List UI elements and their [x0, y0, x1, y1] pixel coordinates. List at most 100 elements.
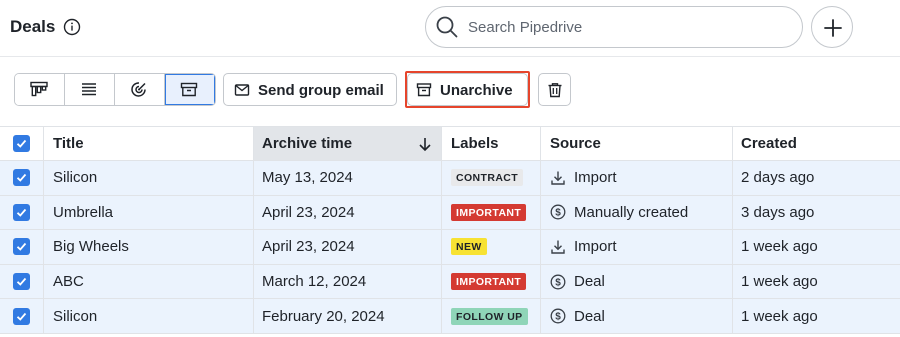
archive-time: April 23, 2024 [254, 230, 442, 264]
label-cell: FOLLOW UP [442, 299, 541, 333]
table-header-row: Title Archive time Labels Source Created [0, 127, 900, 161]
archive-time: February 20, 2024 [254, 299, 442, 333]
source-cell: Import [541, 161, 733, 195]
forecast-view-button[interactable] [115, 74, 165, 105]
table-row[interactable]: Silicon May 13, 2024 CONTRACT Import 2 d… [0, 161, 900, 196]
checkmark-icon [16, 312, 27, 321]
unarchive-label: Unarchive [440, 82, 513, 99]
table-row[interactable]: Big Wheels April 23, 2024 NEW Import 1 w… [0, 230, 900, 265]
checkmark-icon [16, 243, 27, 252]
search-icon [436, 16, 458, 38]
checkmark-icon [16, 277, 27, 286]
source-cell: Import [541, 230, 733, 264]
download-icon [551, 240, 565, 254]
source-label: Deal [574, 273, 605, 291]
deal-title[interactable]: ABC [44, 264, 254, 299]
send-group-email-label: Send group email [258, 82, 384, 99]
row-checkbox[interactable] [13, 307, 30, 325]
label-badge: NEW [451, 238, 487, 256]
unarchive-button[interactable]: Unarchive [407, 73, 528, 106]
label-badge: IMPORTANT [451, 203, 527, 221]
column-header-archive-time-label: Archive time [262, 135, 353, 152]
label-badge: IMPORTANT [451, 273, 527, 291]
page-title: Deals [10, 17, 56, 36]
archive-time: April 23, 2024 [254, 195, 442, 230]
row-select-cell [0, 230, 44, 264]
checkmark-icon [16, 174, 27, 183]
trash-icon [548, 83, 562, 98]
download-icon [551, 171, 565, 185]
label-badge: CONTRACT [451, 169, 524, 187]
label-cell: IMPORTANT [442, 264, 541, 299]
table-row[interactable]: ABC March 12, 2024 IMPORTANT $ Deal 1 we… [0, 264, 900, 300]
table-row[interactable]: Umbrella April 23, 2024 IMPORTANT $ Manu… [0, 195, 900, 231]
column-header-created[interactable]: Created [733, 127, 900, 160]
checkmark-icon [16, 208, 27, 217]
deal-title[interactable]: Big Wheels [44, 230, 254, 264]
deal-title[interactable]: Silicon [44, 161, 254, 195]
send-group-email-button[interactable]: Send group email [223, 73, 397, 106]
svg-text:$: $ [555, 208, 561, 219]
created-time: 1 week ago [741, 273, 818, 291]
source-label: Deal [574, 307, 605, 325]
source-cell: $ Manually created [541, 195, 733, 230]
row-select-cell [0, 264, 44, 299]
info-icon[interactable] [63, 18, 81, 36]
created-time: 2 days ago [741, 169, 815, 187]
column-header-labels[interactable]: Labels [442, 127, 541, 160]
label-cell: IMPORTANT [442, 195, 541, 230]
column-header-title[interactable]: Title [44, 127, 254, 160]
plus-icon [824, 19, 842, 37]
row-select-cell [0, 299, 44, 333]
created-time: 1 week ago [741, 307, 818, 325]
source-label: Manually created [574, 203, 689, 221]
label-cell: NEW [442, 230, 541, 264]
view-switcher [14, 73, 216, 106]
svg-text:$: $ [555, 277, 561, 288]
pipeline-view-icon [30, 81, 48, 97]
delete-button[interactable] [538, 73, 571, 106]
row-checkbox[interactable] [13, 169, 30, 187]
checkmark-icon [16, 139, 27, 148]
created-time: 3 days ago [741, 203, 815, 221]
row-checkbox[interactable] [13, 273, 30, 291]
source-cell: $ Deal [541, 264, 733, 299]
created-time: 1 week ago [741, 238, 818, 256]
column-header-source[interactable]: Source [541, 127, 733, 160]
archive-view-button[interactable] [165, 74, 215, 105]
svg-text:$: $ [555, 312, 561, 323]
list-view-icon [82, 83, 96, 96]
search-bar[interactable] [425, 6, 803, 48]
deals-table: Title Archive time Labels Source Created… [0, 126, 900, 334]
dollar-circle-icon: $ [550, 308, 566, 324]
pipeline-view-button[interactable] [15, 74, 65, 105]
source-label: Import [574, 238, 617, 256]
row-select-cell [0, 161, 44, 195]
envelope-icon [234, 84, 250, 96]
row-select-cell [0, 195, 44, 230]
column-header-archive-time[interactable]: Archive time [254, 127, 442, 160]
label-cell: CONTRACT [442, 161, 541, 195]
deal-title[interactable]: Umbrella [44, 195, 254, 230]
search-input[interactable] [468, 17, 768, 37]
app-header: Deals [0, 0, 900, 57]
add-button[interactable] [811, 6, 853, 48]
archive-time: May 13, 2024 [254, 161, 442, 195]
archive-box-icon [416, 83, 432, 97]
dollar-circle-icon: $ [550, 204, 566, 220]
deal-title[interactable]: Silicon [44, 299, 254, 333]
dollar-circle-icon: $ [550, 274, 566, 290]
source-cell: $ Deal [541, 299, 733, 333]
source-label: Import [574, 169, 617, 187]
list-view-button[interactable] [65, 74, 115, 105]
forecast-view-icon [131, 82, 146, 97]
row-checkbox[interactable] [13, 203, 30, 221]
row-checkbox[interactable] [13, 238, 30, 256]
archive-view-icon [180, 82, 198, 97]
label-badge: FOLLOW UP [451, 307, 528, 325]
select-all-checkbox[interactable] [13, 135, 30, 152]
select-all-cell [0, 127, 44, 160]
archive-time: March 12, 2024 [254, 264, 442, 299]
arrow-down-icon [419, 138, 431, 152]
table-row[interactable]: Silicon February 20, 2024 FOLLOW UP $ De… [0, 299, 900, 334]
